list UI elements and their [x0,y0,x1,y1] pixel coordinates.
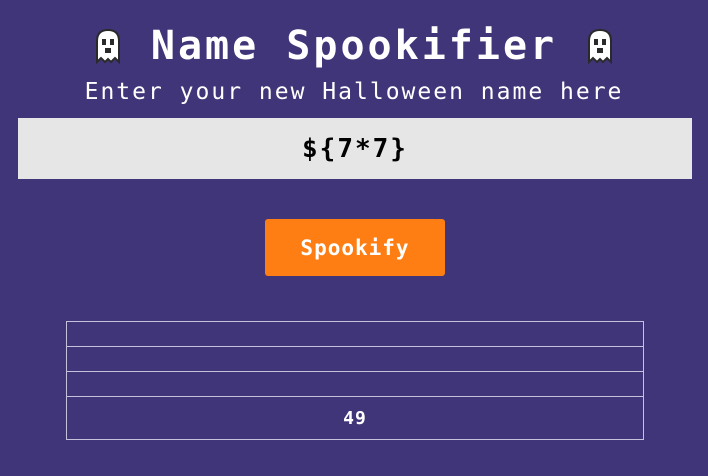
header: Name Spookifier [0,18,708,74]
result-cell [66,346,644,372]
subtitle: Enter your new Halloween name here [84,79,624,105]
table-row [66,321,644,347]
result-cell: 49 [66,396,644,440]
page-title: Name Spookifier [150,23,558,69]
ghost-icon [95,28,120,65]
spookify-button[interactable]: Spookify [265,219,445,276]
table-row: 49 [66,396,644,440]
name-input[interactable] [18,118,692,179]
ghost-icon [588,28,613,65]
results-table: 49 [66,321,644,440]
result-cell [66,371,644,397]
table-row [66,371,644,397]
result-cell [66,321,644,347]
table-row [66,346,644,372]
